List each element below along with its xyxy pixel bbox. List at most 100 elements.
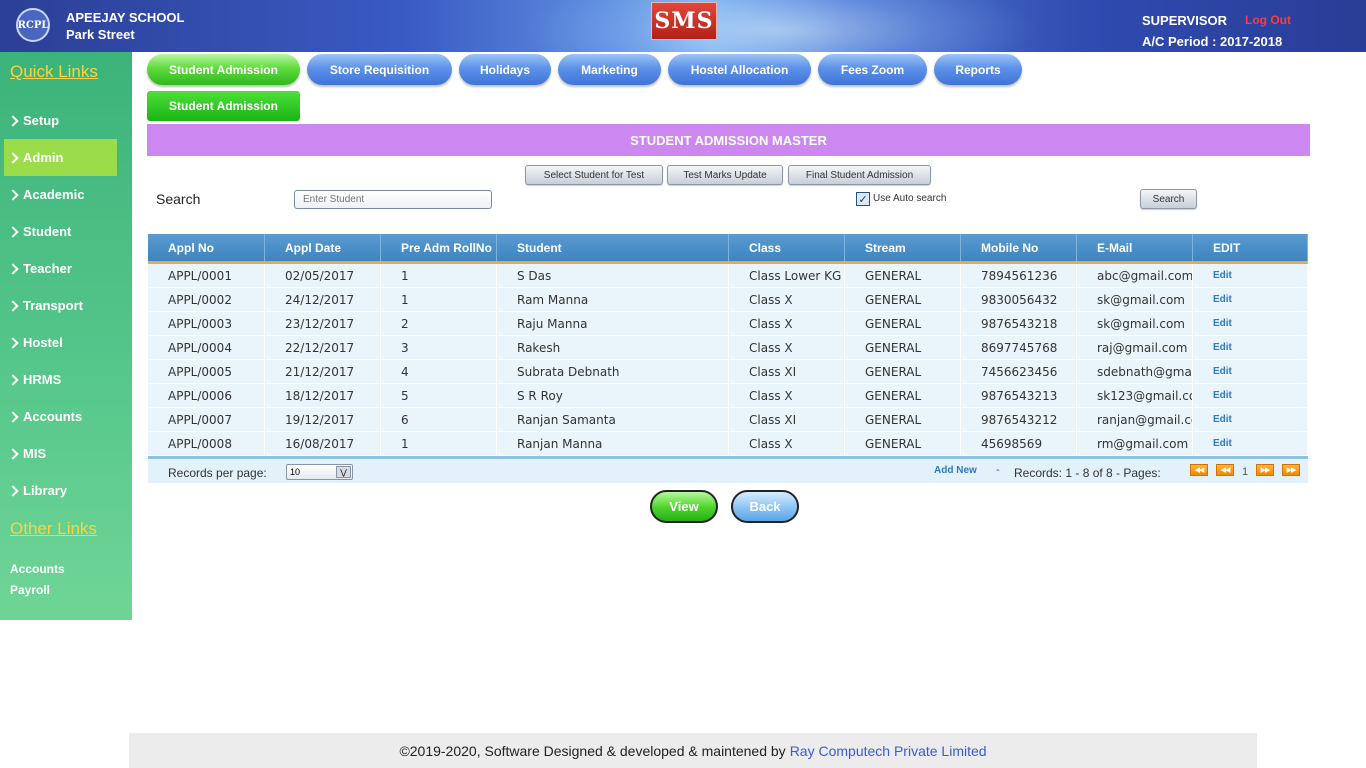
col-mobile-no[interactable]: Mobile No (961, 234, 1077, 261)
test-marks-update-button[interactable]: Test Marks Update (667, 165, 783, 185)
cell-appl-date: 23/12/2017 (265, 312, 381, 335)
view-button[interactable]: View (650, 490, 718, 523)
col-stream[interactable]: Stream (845, 234, 961, 261)
footer-company-link[interactable]: Ray Computech Private Limited (790, 743, 987, 759)
sidebar-item-transport[interactable]: Transport (4, 287, 117, 324)
edit-link[interactable]: Edit (1193, 288, 1308, 311)
table-row[interactable]: APPL/0004 22/12/2017 3 Rakesh Class X GENERAL… (148, 336, 1308, 360)
last-page-icon[interactable]: ▶▶ (1282, 464, 1300, 476)
tab-student-admission[interactable]: Student Admission (147, 54, 300, 85)
col-student[interactable]: Student (497, 234, 729, 261)
sidebar-item-setup[interactable]: Setup (4, 102, 117, 139)
sidebar-item-hostel[interactable]: Hostel (4, 324, 117, 361)
tab-hostel-allocation[interactable]: Hostel Allocation (668, 54, 811, 85)
grid-footer: Records per page: 10 ⋁ Add New - Records… (148, 456, 1308, 483)
other-links-title[interactable]: Other Links (10, 519, 97, 539)
app-header: RCPL APEEJAY SCHOOL Park Street SMS SUPE… (0, 0, 1366, 52)
chevron-right-icon (7, 336, 19, 349)
edit-link[interactable]: Edit (1193, 384, 1308, 407)
sidebar-item-hrms[interactable]: HRMS (4, 361, 117, 398)
other-link-payroll[interactable]: Payroll (10, 583, 50, 597)
cell-email: abc@gmail.com (1077, 264, 1193, 287)
cell-student: S Das (497, 264, 729, 287)
edit-link[interactable]: Edit (1193, 264, 1308, 287)
other-link-accounts[interactable]: Accounts (10, 562, 65, 576)
cell-mobile-no: 8697745768 (961, 336, 1077, 359)
sidebar-item-library[interactable]: Library (4, 472, 117, 509)
sidebar-item-label: Setup (23, 113, 60, 128)
quick-links-title[interactable]: Quick Links (10, 62, 98, 82)
col-class[interactable]: Class (729, 234, 845, 261)
table-row[interactable]: APPL/0008 16/08/2017 1 Ranjan Manna Class XG… (148, 432, 1308, 456)
accounting-period: A/C Period : 2017-2018 (1142, 34, 1283, 49)
first-page-icon[interactable]: ◀◀ (1190, 464, 1208, 476)
tab-holidays[interactable]: Holidays (459, 54, 551, 85)
col-email[interactable]: E-Mail (1077, 234, 1193, 261)
cell-mobile-no: 9876543218 (961, 312, 1077, 335)
cell-pre-adm-rollno: 3 (381, 336, 497, 359)
subtab-student-admission[interactable]: Student Admission (147, 91, 300, 121)
col-appl-date[interactable]: Appl Date (265, 234, 381, 261)
cell-mobile-no: 9876543212 (961, 408, 1077, 431)
auto-search-checkbox[interactable]: ✓ (856, 192, 870, 206)
cell-appl-date: 21/12/2017 (265, 360, 381, 383)
table-row[interactable]: APPL/0003 23/12/2017 2 Raju Manna Class X GEN… (148, 312, 1308, 336)
school-name-line1: APEEJAY SCHOOL (66, 10, 185, 25)
add-new-link[interactable]: Add New (934, 465, 977, 476)
prev-page-icon[interactable]: ◀◀ (1216, 464, 1234, 476)
sidebar-item-student[interactable]: Student (4, 213, 117, 250)
cell-email: rm@gmail.com (1077, 432, 1193, 455)
cell-appl-no: APPL/0001 (148, 264, 265, 287)
tab-store-requisition[interactable]: Store Requisition (307, 54, 452, 85)
col-pre-adm-rollno[interactable]: Pre Adm RollNo (381, 234, 497, 261)
chevron-down-icon: ⋁ (336, 466, 351, 478)
page-title: STUDENT ADMISSION MASTER (147, 124, 1310, 156)
current-page[interactable]: 1 (1242, 466, 1248, 478)
records-info: Records: 1 - 8 of 8 - Pages: (1014, 466, 1161, 480)
cell-stream: GENERAL (845, 408, 961, 431)
edit-link[interactable]: Edit (1193, 360, 1308, 383)
table-row[interactable]: APPL/0005 21/12/2017 4 Subrata Debnath Class… (148, 360, 1308, 384)
cell-class: Class XI (729, 360, 845, 383)
edit-link[interactable]: Edit (1193, 432, 1308, 455)
back-button[interactable]: Back (731, 490, 799, 523)
sidebar-item-academic[interactable]: Academic (4, 176, 117, 213)
search-button[interactable]: Search (1140, 189, 1197, 209)
table-row[interactable]: APPL/0007 19/12/2017 6 Ranjan Samanta Class … (148, 408, 1308, 432)
edit-link[interactable]: Edit (1193, 312, 1308, 335)
separator-dash: - (996, 464, 1000, 476)
chevron-right-icon (7, 262, 19, 275)
footer-text: ©2019-2020, Software Designed & develope… (399, 742, 786, 759)
sidebar: Quick Links Setup Admin Academic Student… (0, 52, 132, 620)
tab-reports[interactable]: Reports (934, 54, 1022, 85)
user-role: SUPERVISOR (1142, 13, 1228, 28)
table-row[interactable]: APPL/0001 02/05/2017 1 S Das Class Lower KG G… (148, 264, 1308, 288)
table-row[interactable]: APPL/0006 18/12/2017 5 S R Roy Class X GENERA… (148, 384, 1308, 408)
col-appl-no[interactable]: Appl No (148, 234, 265, 261)
logout-link[interactable]: Log Out (1245, 13, 1291, 27)
sidebar-item-admin[interactable]: Admin (4, 139, 117, 176)
cell-appl-date: 19/12/2017 (265, 408, 381, 431)
sidebar-item-label: Library (23, 483, 68, 498)
tab-fees-zoom[interactable]: Fees Zoom (818, 54, 927, 85)
cell-email: sk@gmail.com (1077, 288, 1193, 311)
sidebar-item-label: Teacher (23, 261, 72, 276)
edit-link[interactable]: Edit (1193, 336, 1308, 359)
cell-stream: GENERAL (845, 360, 961, 383)
tab-marketing[interactable]: Marketing (558, 54, 661, 85)
sidebar-item-mis[interactable]: MIS (4, 435, 117, 472)
sidebar-item-accounts[interactable]: Accounts (4, 398, 117, 435)
records-per-page-select[interactable]: 10 ⋁ (286, 464, 353, 480)
search-input[interactable] (294, 190, 492, 209)
cell-appl-date: 18/12/2017 (265, 384, 381, 407)
sidebar-item-label: Admin (23, 150, 64, 165)
sidebar-item-teacher[interactable]: Teacher (4, 250, 117, 287)
select-student-for-test-button[interactable]: Select Student for Test (525, 165, 663, 185)
final-student-admission-button[interactable]: Final Student Admission (788, 165, 931, 185)
school-name-line2: Park Street (66, 27, 135, 42)
next-page-icon[interactable]: ▶▶ (1256, 464, 1274, 476)
table-row[interactable]: APPL/0002 24/12/2017 1 Ram Manna Class X GENE… (148, 288, 1308, 312)
cell-stream: GENERAL (845, 288, 961, 311)
edit-link[interactable]: Edit (1193, 408, 1308, 431)
cell-stream: GENERAL (845, 336, 961, 359)
